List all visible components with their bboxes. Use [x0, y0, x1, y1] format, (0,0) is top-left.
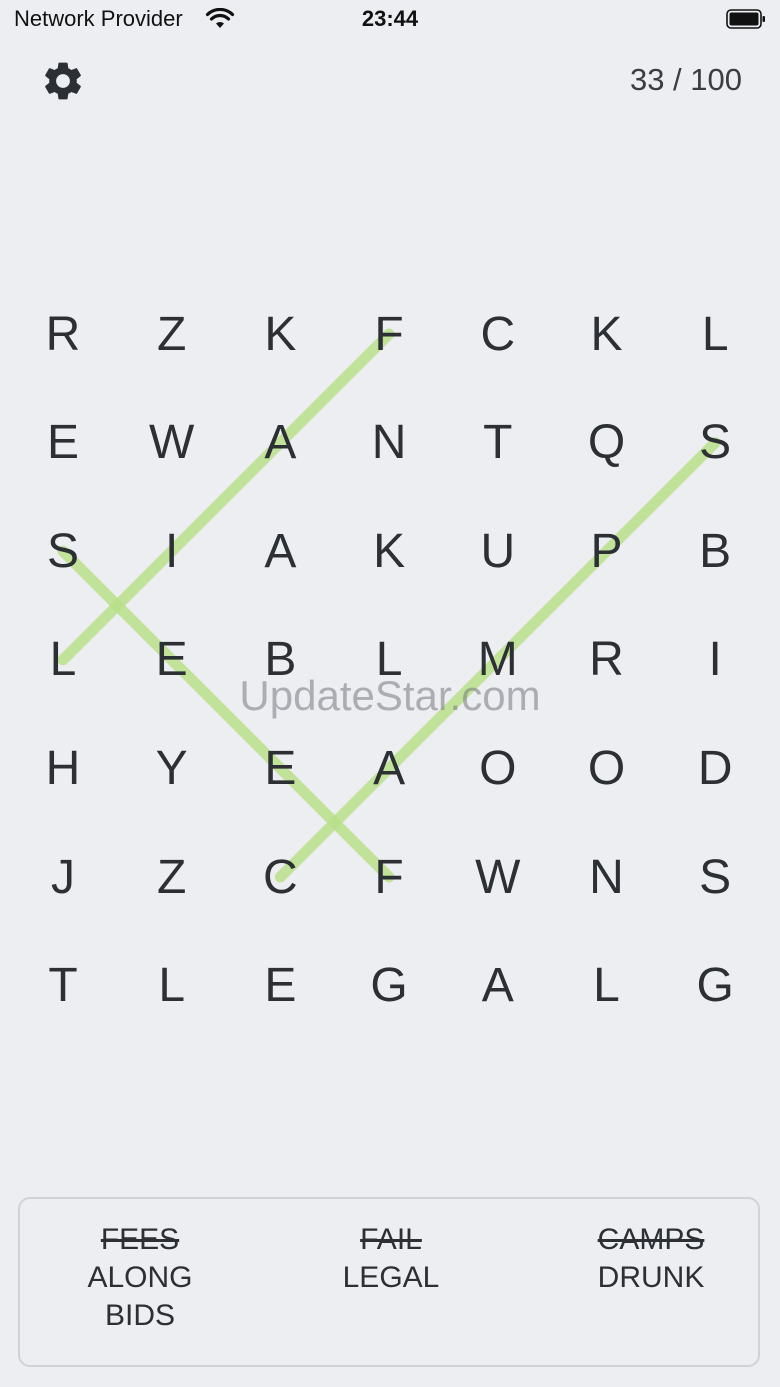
- level-progress: 33 / 100: [629, 62, 742, 97]
- grid-cell-5-3[interactable]: F: [339, 827, 439, 927]
- grid-cell-1-0[interactable]: E: [13, 393, 113, 493]
- grid-cell-2-4[interactable]: U: [448, 501, 548, 601]
- grid-cell-0-6[interactable]: L: [665, 284, 765, 384]
- grid-cell-5-5[interactable]: N: [557, 827, 657, 927]
- status-bar: Network Provider 23:44: [0, 0, 780, 40]
- grid-cell-1-5[interactable]: Q: [557, 393, 657, 493]
- grid-cell-4-2[interactable]: E: [230, 718, 330, 818]
- grid-cell-5-0[interactable]: J: [13, 827, 113, 927]
- grid-cell-0-1[interactable]: Z: [122, 284, 222, 384]
- grid-cell-4-3[interactable]: A: [339, 718, 439, 818]
- grid-cell-3-6[interactable]: I: [665, 610, 765, 710]
- grid-cell-0-3[interactable]: F: [339, 284, 439, 384]
- grid-cell-0-4[interactable]: C: [448, 284, 548, 384]
- grid-cell-3-4[interactable]: M: [448, 610, 548, 710]
- grid-cell-0-2[interactable]: K: [230, 284, 330, 384]
- grid-cell-3-3[interactable]: L: [339, 610, 439, 710]
- grid-cell-2-2[interactable]: A: [230, 501, 330, 601]
- grid-cell-3-5[interactable]: R: [557, 610, 657, 710]
- grid-cell-1-3[interactable]: N: [339, 393, 439, 493]
- target-word: BIDS: [104, 1299, 176, 1332]
- target-word: FEES: [100, 1223, 180, 1256]
- target-word: DRUNK: [597, 1261, 705, 1294]
- word-column-1: FEES ALONG BIDS: [20, 1221, 260, 1335]
- grid-cell-5-2[interactable]: C: [230, 827, 330, 927]
- target-word: FAIL: [360, 1223, 422, 1256]
- word-column-3: CAMPS DRUNK: [531, 1221, 771, 1297]
- grid-cell-6-3[interactable]: G: [339, 936, 439, 1036]
- grid-cell-6-5[interactable]: L: [557, 936, 657, 1036]
- grid-cell-0-0[interactable]: R: [13, 284, 113, 384]
- clock: 23:44: [361, 6, 419, 31]
- grid-cell-4-1[interactable]: Y: [122, 718, 222, 818]
- grid-cell-5-1[interactable]: Z: [122, 827, 222, 927]
- grid-cell-4-0[interactable]: H: [13, 718, 113, 818]
- grid-cell-4-4[interactable]: O: [448, 718, 548, 818]
- word-list-panel: FEES ALONG BIDS FAIL LEGAL CAMPS DRUNK: [18, 1197, 760, 1367]
- grid-cell-2-3[interactable]: K: [339, 501, 439, 601]
- target-word: LEGAL: [342, 1261, 440, 1294]
- grid-cell-2-1[interactable]: I: [122, 501, 222, 601]
- grid-cell-5-6[interactable]: S: [665, 827, 765, 927]
- target-word: CAMPS: [597, 1223, 705, 1256]
- grid-cell-4-6[interactable]: D: [665, 718, 765, 818]
- grid-cell-6-1[interactable]: L: [122, 936, 222, 1036]
- grid-cell-0-5[interactable]: K: [557, 284, 657, 384]
- word-column-2: FAIL LEGAL: [271, 1221, 511, 1297]
- battery-icon: [726, 9, 765, 29]
- grid-cell-3-0[interactable]: L: [13, 610, 113, 710]
- grid-cell-6-0[interactable]: T: [13, 936, 113, 1036]
- grid-cell-2-0[interactable]: S: [13, 501, 113, 601]
- grid-cell-5-4[interactable]: W: [448, 827, 548, 927]
- grid-cell-4-5[interactable]: O: [557, 718, 657, 818]
- grid-cell-1-4[interactable]: T: [448, 393, 548, 493]
- settings-gear-icon[interactable]: [40, 58, 86, 104]
- grid-cell-1-1[interactable]: W: [122, 393, 222, 493]
- grid-cell-6-2[interactable]: E: [230, 936, 330, 1036]
- grid-cell-6-6[interactable]: G: [665, 936, 765, 1036]
- grid-cell-1-2[interactable]: A: [230, 393, 330, 493]
- grid-cell-3-2[interactable]: B: [230, 610, 330, 710]
- target-word: ALONG: [87, 1261, 193, 1294]
- grid-cell-1-6[interactable]: S: [665, 393, 765, 493]
- grid-cell-6-4[interactable]: A: [448, 936, 548, 1036]
- grid-cell-2-6[interactable]: B: [665, 501, 765, 601]
- letter-grid[interactable]: RZKFCKLEWANTQSSIAKUPBLEBLMRIHYEAOODJZCFW…: [0, 270, 780, 1050]
- grid-cell-2-5[interactable]: P: [557, 501, 657, 601]
- grid-cell-3-1[interactable]: E: [122, 610, 222, 710]
